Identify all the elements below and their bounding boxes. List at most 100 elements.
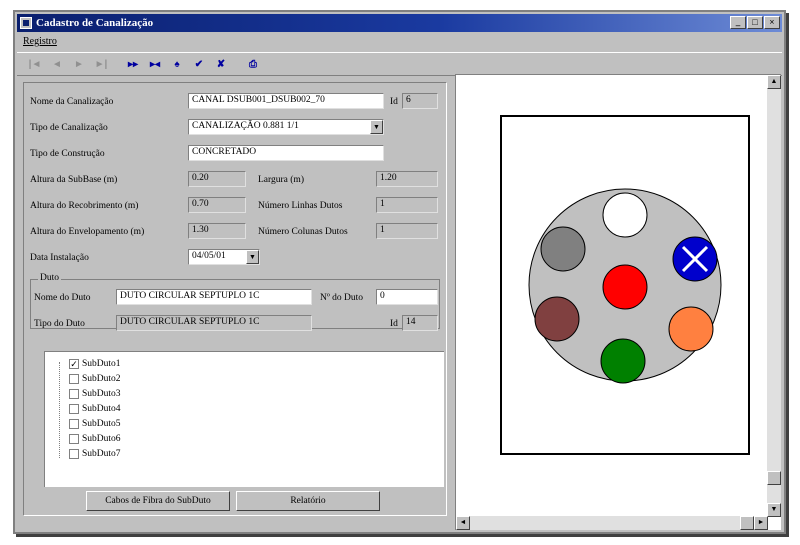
scroll-up-icon[interactable]: ▲ — [767, 75, 781, 89]
menu-item-registro[interactable]: Registro — [17, 34, 63, 49]
altura-recobrimento-field: 0.70 — [188, 197, 246, 213]
id-field: 6 — [402, 93, 438, 109]
maximize-button[interactable]: □ — [747, 16, 763, 29]
subduto-checkbox[interactable] — [69, 449, 79, 459]
subduto-label: SubDuto7 — [82, 449, 121, 459]
toolbar-separator — [113, 55, 121, 73]
subduct-center[interactable] — [602, 264, 648, 310]
cabos-fibra-button[interactable]: Cabos de Fibra do SubDuto — [86, 491, 230, 511]
chevron-down-icon[interactable]: ▼ — [246, 250, 259, 264]
largura-field: 1.20 — [376, 171, 438, 187]
title-bar: Cadastro de Canalização _ □ × — [17, 14, 782, 32]
label-id: Id — [390, 97, 398, 107]
label-numero-linhas: Número Linhas Dutos — [258, 201, 343, 211]
toolbar: |◄ ◄ ► ►| ▸▸ ▸◂ ♠ ✔ ✘ ⎙ — [17, 52, 782, 76]
subduct-lower-left[interactable] — [534, 296, 580, 342]
subduto-checkbox[interactable]: ✓ — [69, 359, 79, 369]
label-tipo-construcao: Tipo de Construção — [30, 149, 105, 159]
insert-button[interactable]: ▸▸ — [123, 55, 143, 73]
subduto-label: SubDuto5 — [82, 419, 121, 429]
first-record-button[interactable]: |◄ — [25, 55, 45, 73]
nome-canalizacao-field[interactable]: CANAL DSUB001_DSUB002_70 — [188, 93, 384, 109]
subduto-checkbox[interactable] — [69, 419, 79, 429]
relatorio-button[interactable]: Relatório — [236, 491, 380, 511]
next-record-button[interactable]: ► — [69, 55, 89, 73]
toolbar-separator — [233, 55, 241, 73]
nome-duto-field[interactable]: DUTO CIRCULAR SEPTUPLO 1C — [116, 289, 312, 305]
scroll-left-icon[interactable]: ◄ — [456, 516, 470, 530]
label-altura-recobrimento: Altura do Recobrimento (m) — [30, 201, 139, 211]
label-altura-envelopamento: Altura do Envelopamento (m) — [30, 227, 145, 237]
last-record-button[interactable]: ►| — [91, 55, 111, 73]
form-panel: Nome da Canalização CANAL DSUB001_DSUB00… — [23, 82, 447, 516]
data-instalacao-field[interactable]: 04/05/01 ▼ — [188, 249, 260, 265]
duto-group-label: Duto — [38, 273, 61, 283]
find-button[interactable]: ♠ — [167, 55, 187, 73]
tipo-canalizacao-value: CANALIZAÇÃO 0.881 1/1 — [192, 121, 299, 131]
subduct-upper-left[interactable] — [540, 226, 586, 272]
duct-section-frame — [500, 115, 750, 455]
subduto-tree-item[interactable]: SubDuto5 — [69, 418, 121, 430]
prev-record-button[interactable]: ◄ — [47, 55, 67, 73]
vertical-scrollbar[interactable]: ▲ ▼ — [767, 75, 781, 517]
label-tipo-canalizacao: Tipo de Canalização — [30, 123, 108, 133]
horizontal-scrollbar[interactable]: ◄ ► — [456, 516, 768, 530]
subduto-tree-item[interactable]: SubDuto4 — [69, 403, 121, 415]
subduto-tree-item[interactable]: ✓ SubDuto1 — [69, 358, 121, 370]
subduto-label: SubDuto6 — [82, 434, 121, 444]
label-tipo-duto: Tipo do Duto — [34, 319, 85, 329]
subduto-tree-item[interactable]: SubDuto7 — [69, 448, 121, 460]
duto-id-field: 14 — [402, 315, 438, 331]
window-title: Cadastro de Canalização — [36, 17, 154, 29]
subduto-checkbox[interactable] — [69, 389, 79, 399]
subduto-tree-item[interactable]: SubDuto2 — [69, 373, 121, 385]
subduto-tree-item[interactable]: SubDuto6 — [69, 433, 121, 445]
altura-subbase-field: 0.20 — [188, 171, 246, 187]
subduct-bottom[interactable] — [600, 338, 646, 384]
chevron-down-icon[interactable]: ▼ — [370, 120, 383, 134]
diagram-panel: ▲ ▼ ◄ ► — [455, 74, 781, 530]
tipo-construcao-field[interactable]: CONCRETADO — [188, 145, 384, 161]
subduto-tree: ✓ SubDuto1 SubDuto2 SubDuto3 SubDuto4 SubDuto… — [44, 351, 444, 487]
cancel-button[interactable]: ✘ — [211, 55, 231, 73]
numero-colunas-field: 1 — [376, 223, 438, 239]
hscroll-thumb[interactable] — [740, 516, 754, 530]
label-nome-duto: Nome do Duto — [34, 293, 91, 303]
main-window: Cadastro de Canalização _ □ × Registro |… — [13, 10, 786, 534]
subduto-label: SubDuto2 — [82, 374, 121, 384]
numero-linhas-field: 1 — [376, 197, 438, 213]
label-numero-colunas: Número Colunas Dutos — [258, 227, 348, 237]
subduto-checkbox[interactable] — [69, 434, 79, 444]
subduto-checkbox[interactable] — [69, 404, 79, 414]
scroll-right-icon[interactable]: ► — [754, 516, 768, 530]
subduct-lower-right[interactable] — [668, 306, 714, 352]
scroll-thumb[interactable] — [767, 471, 781, 485]
label-duto-id: Id — [390, 319, 398, 329]
data-instalacao-value: 04/05/01 — [192, 251, 226, 261]
label-altura-subbase: Altura da SubBase (m) — [30, 175, 118, 185]
subduto-checkbox[interactable] — [69, 374, 79, 384]
duct-section-diagram — [528, 188, 722, 384]
subduto-tree-item[interactable]: SubDuto3 — [69, 388, 121, 400]
minimize-button[interactable]: _ — [730, 16, 746, 29]
tree-line — [59, 362, 60, 458]
delete-button[interactable]: ▸◂ — [145, 55, 165, 73]
scroll-down-icon[interactable]: ▼ — [767, 503, 781, 517]
close-button[interactable]: × — [764, 16, 780, 29]
menu-bar: Registro — [17, 34, 782, 50]
label-nome-canalizacao: Nome da Canalização — [30, 97, 114, 107]
subduto-label: SubDuto1 — [82, 359, 121, 369]
subduto-label: SubDuto3 — [82, 389, 121, 399]
label-data-instalacao: Data Instalação — [30, 253, 89, 263]
label-numero-duto: Nº do Duto — [320, 293, 364, 303]
print-button[interactable]: ⎙ — [243, 55, 263, 73]
subduct-top[interactable] — [602, 192, 648, 238]
tipo-duto-field: DUTO CIRCULAR SEPTUPLO 1C — [116, 315, 312, 331]
tipo-canalizacao-select[interactable]: CANALIZAÇÃO 0.881 1/1 ▼ — [188, 119, 384, 135]
numero-duto-field[interactable]: 0 — [376, 289, 438, 305]
subduto-label: SubDuto4 — [82, 404, 121, 414]
label-largura: Largura (m) — [258, 175, 304, 185]
confirm-button[interactable]: ✔ — [189, 55, 209, 73]
app-icon — [20, 17, 32, 29]
altura-envelopamento-field: 1.30 — [188, 223, 246, 239]
